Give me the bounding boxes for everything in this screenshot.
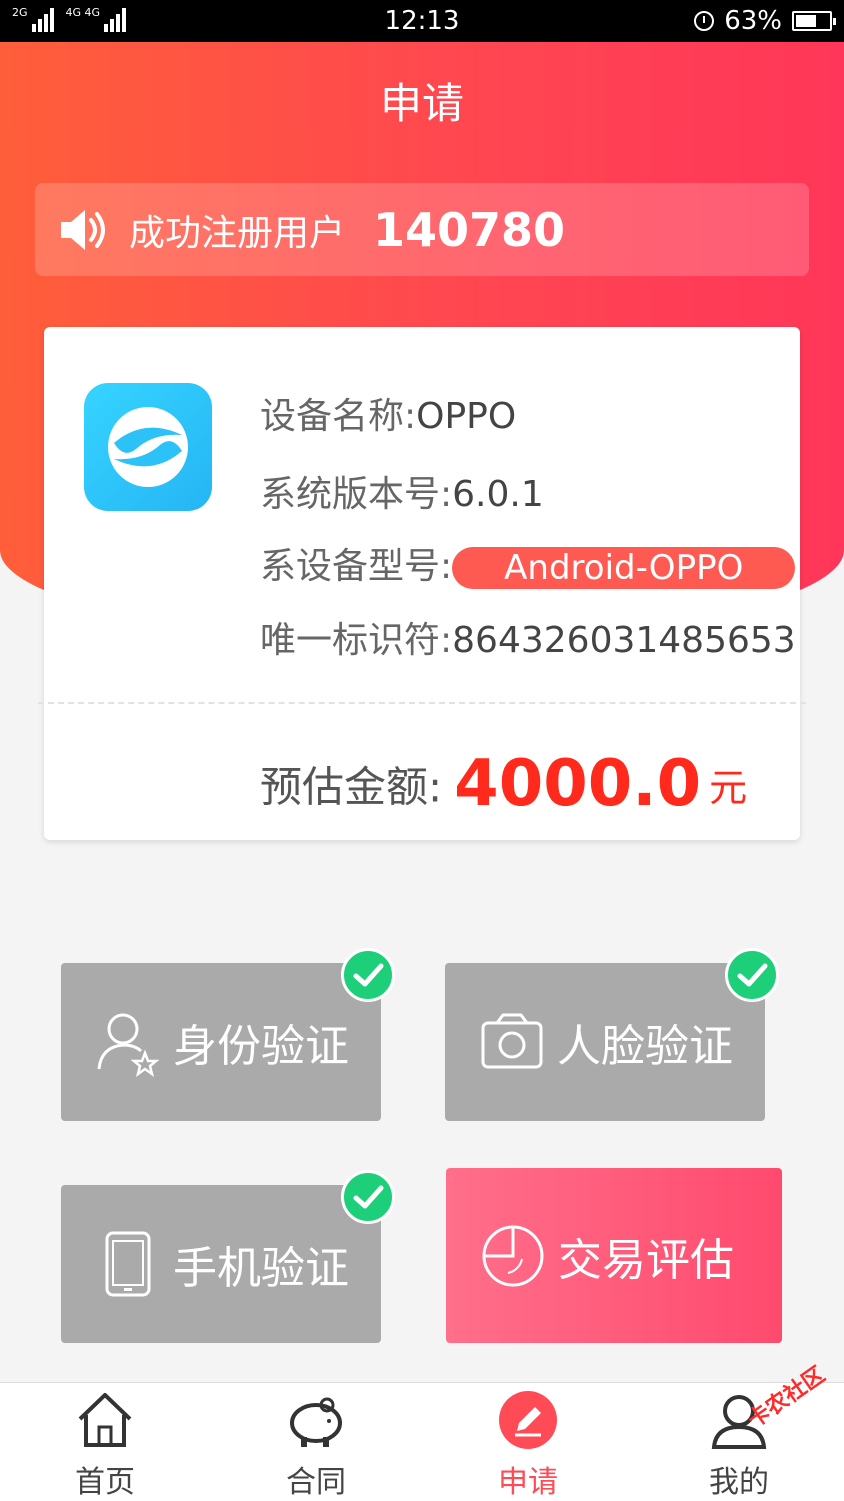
piggy-bank-icon <box>290 1397 342 1447</box>
uid-value: 864326031485653 <box>452 620 796 661</box>
tab-contract[interactable]: 合同 <box>256 1383 376 1501</box>
os-version-label: 系统版本号: <box>260 474 453 515</box>
tab-contract-label: 合同 <box>286 1465 346 1500</box>
face-verification-label: 人脸验证 <box>557 1021 733 1072</box>
identity-verified-check-icon <box>341 948 395 1002</box>
battery-icon <box>792 11 836 31</box>
os-version-row: 系统版本号:6.0.1 <box>260 465 544 517</box>
app-logo-icon <box>108 407 188 487</box>
amount-label: 预估金额: <box>260 762 443 812</box>
camera-icon <box>481 1013 543 1069</box>
pie-chart-icon <box>482 1225 544 1286</box>
app-logo <box>84 383 212 511</box>
tab-apply-label: 申请 <box>498 1465 558 1500</box>
amount-unit: 元 <box>709 765 748 810</box>
face-verified-check-icon <box>725 948 779 1002</box>
notice-label: 成功注册用户 <box>129 212 346 254</box>
registered-users-notice: 成功注册用户 140780 <box>35 183 809 276</box>
tab-apply[interactable]: 申请 <box>468 1383 588 1501</box>
tab-mine-label: 我的 <box>709 1465 769 1500</box>
transaction-assessment-label: 交易评估 <box>558 1234 734 1286</box>
identity-verification-label: 身份验证 <box>173 1021 349 1072</box>
person-star-icon <box>97 1013 160 1077</box>
card-divider <box>38 702 806 704</box>
estimated-amount: 预估金额: 4000.0 元 <box>260 747 747 821</box>
uid-row: 唯一标识符:864326031485653 <box>260 611 796 663</box>
device-name-row: 设备名称:OPPO <box>260 387 516 439</box>
registered-user-count: 140780 <box>373 202 566 257</box>
tab-home-label: 首页 <box>75 1465 135 1500</box>
device-info-card: 设备名称:OPPO 系统版本号:6.0.1 系设备型号: Android-OPPO… <box>38 327 806 840</box>
status-bar: 2G 4G 4G 12:13 63% <box>0 0 844 42</box>
tab-home[interactable]: 首页 <box>45 1383 165 1501</box>
device-model-label: 系设备型号: <box>260 546 453 587</box>
bottom-tab-bar: 首页 合同 申请 我的 <box>0 1382 844 1501</box>
face-verification-button[interactable]: 人脸验证 <box>445 963 765 1121</box>
home-icon <box>78 1393 132 1447</box>
phone-verification-label: 手机验证 <box>173 1243 349 1294</box>
transaction-assessment-button[interactable]: 交易评估 <box>446 1168 782 1343</box>
phone-icon <box>105 1231 151 1297</box>
speaker-icon <box>61 209 105 250</box>
os-version-value: 6.0.1 <box>452 474 544 515</box>
device-model-row: 系设备型号: Android-OPPO <box>260 537 796 589</box>
device-name-value: OPPO <box>416 396 517 437</box>
uid-label: 唯一标识符: <box>260 620 453 661</box>
device-model-badge: Android-OPPO <box>452 547 796 589</box>
phone-verification-button[interactable]: 手机验证 <box>61 1185 381 1343</box>
device-name-label: 设备名称: <box>260 396 417 437</box>
identity-verification-button[interactable]: 身份验证 <box>61 963 381 1121</box>
amount-value: 4000.0 <box>454 747 702 821</box>
pencil-icon <box>499 1391 557 1449</box>
page-title: 申请 <box>379 79 464 128</box>
battery-percent: 63% <box>724 6 782 36</box>
alarm-icon <box>694 11 715 31</box>
phone-verified-check-icon <box>341 1170 395 1224</box>
